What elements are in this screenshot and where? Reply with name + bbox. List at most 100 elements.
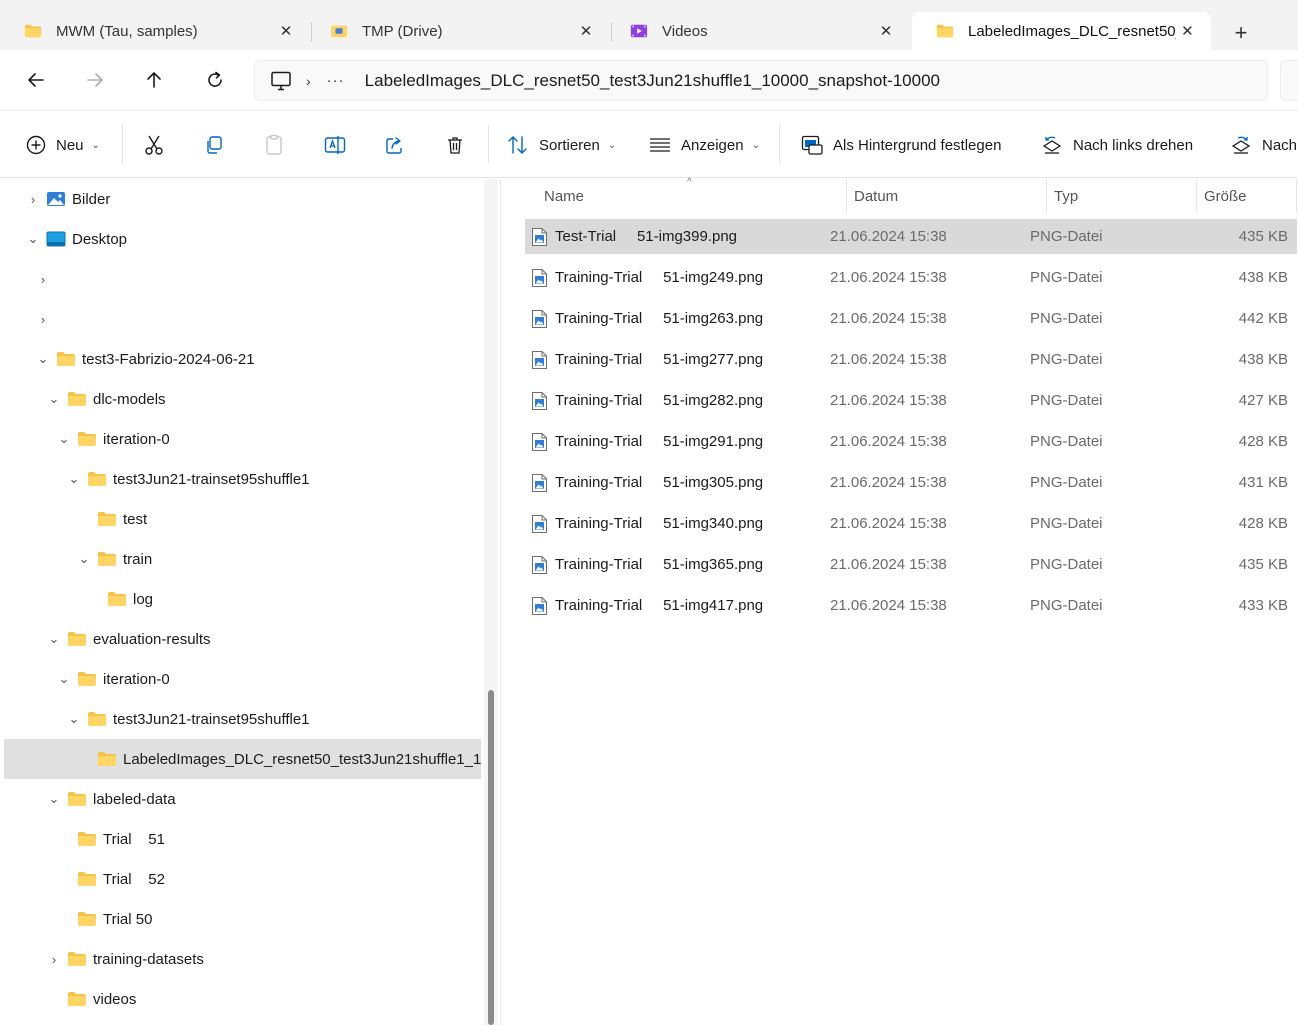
tree-item[interactable]: Trial 50 bbox=[4, 899, 481, 939]
chevron-down-icon[interactable]: ⌄ bbox=[64, 711, 84, 727]
tree-item[interactable]: ⌄ test3Jun21-trainset95shuffle1 bbox=[4, 699, 481, 739]
tree-item[interactable]: ⌄ dlc-models bbox=[4, 379, 481, 419]
share-icon bbox=[386, 137, 402, 154]
up-button[interactable] bbox=[138, 64, 170, 96]
set-background-button[interactable]: Als Hintergrund festlegen bbox=[801, 127, 1001, 163]
close-icon[interactable]: ✕ bbox=[574, 19, 598, 43]
file-row[interactable]: Test-Trial 51-img399.png 21.06.2024 15:38… bbox=[525, 219, 1297, 254]
file-size: 428 KB bbox=[1238, 515, 1288, 532]
tree-item[interactable]: Trial 52 bbox=[4, 859, 481, 899]
tree-item[interactable]: test bbox=[4, 499, 481, 539]
address-path[interactable]: LabeledImages_DLC_resnet50_test3Jun21shu… bbox=[365, 71, 940, 91]
share-button[interactable] bbox=[385, 127, 405, 163]
tree-item[interactable]: ⌄ Desktop bbox=[4, 219, 481, 259]
rename-button[interactable] bbox=[324, 127, 346, 163]
scissors-icon bbox=[145, 135, 163, 155]
file-name-cell: Training-Trial 51-img291.png bbox=[531, 424, 763, 459]
tree-item[interactable]: LabeledImages_DLC_resnet50_test3Jun21shu… bbox=[4, 739, 481, 779]
file-name: Training-Trial 51-img282.png bbox=[555, 392, 764, 409]
tree-item[interactable]: › bbox=[4, 259, 481, 299]
tree-item-label: Trial 52 bbox=[103, 870, 165, 888]
file-row[interactable]: Training-Trial 51-img417.png 21.06.2024 1… bbox=[525, 588, 1297, 623]
chevron-down-icon: ⌄ bbox=[91, 139, 100, 151]
address-bar[interactable]: › ··· LabeledImages_DLC_resnet50_test3Ju… bbox=[254, 60, 1268, 101]
tab-mwm[interactable]: MWM (Tau, samples) ✕ bbox=[0, 12, 310, 50]
chevron-down-icon[interactable]: ⌄ bbox=[44, 631, 64, 647]
tree-item[interactable]: log bbox=[4, 579, 481, 619]
chevron-right-icon[interactable]: › bbox=[33, 272, 53, 287]
paste-button[interactable] bbox=[264, 127, 284, 163]
file-name-cell: Training-Trial 51-img305.png bbox=[531, 465, 763, 500]
close-icon[interactable]: ✕ bbox=[274, 19, 298, 43]
file-row[interactable]: Training-Trial 51-img277.png 21.06.2024 1… bbox=[525, 342, 1297, 377]
view-button[interactable]: Anzeigen ⌄ bbox=[649, 127, 760, 163]
column-header-name[interactable]: Name bbox=[544, 179, 584, 213]
chevron-down-icon[interactable]: ⌄ bbox=[54, 671, 74, 687]
cut-button[interactable] bbox=[144, 127, 164, 163]
tree-item[interactable]: ⌄ iteration-0 bbox=[4, 419, 481, 459]
tree-item[interactable]: ⌄ test3Jun21-trainset95shuffle1 bbox=[4, 459, 481, 499]
rotate-right-label: Nach bbox=[1262, 136, 1298, 154]
tree-item[interactable]: › Bilder bbox=[4, 179, 481, 219]
rename-icon bbox=[324, 136, 346, 154]
close-icon[interactable]: ✕ bbox=[1176, 19, 1199, 43]
tab-labeled-images[interactable]: LabeledImages_DLC_resnet50_ ✕ bbox=[912, 12, 1211, 50]
file-row[interactable]: Training-Trial 51-img249.png 21.06.2024 1… bbox=[525, 260, 1297, 295]
chevron-down-icon[interactable]: ⌄ bbox=[44, 391, 64, 407]
search-box[interactable] bbox=[1280, 60, 1298, 101]
chevron-down-icon[interactable]: ⌄ bbox=[33, 351, 53, 367]
column-resize-handle[interactable] bbox=[846, 179, 847, 213]
tree-item[interactable]: › bbox=[4, 299, 481, 339]
chevron-right-icon[interactable]: › bbox=[306, 73, 311, 89]
close-icon[interactable]: ✕ bbox=[874, 19, 898, 43]
column-resize-handle[interactable] bbox=[1296, 179, 1297, 213]
column-header-size[interactable]: Größe bbox=[1204, 179, 1247, 213]
back-button[interactable] bbox=[20, 64, 52, 96]
chevron-down-icon[interactable]: ⌄ bbox=[44, 791, 64, 807]
tree-item[interactable]: ⌄ iteration-0 bbox=[4, 659, 481, 699]
sort-button[interactable]: Sortieren ⌄ bbox=[507, 127, 616, 163]
file-row[interactable]: Training-Trial 51-img263.png 21.06.2024 1… bbox=[525, 301, 1297, 336]
toolbar-divider bbox=[122, 125, 123, 163]
new-button[interactable]: Neu ⌄ bbox=[26, 127, 100, 163]
column-header-date[interactable]: Datum bbox=[854, 179, 898, 213]
chevron-down-icon[interactable]: ⌄ bbox=[64, 471, 84, 487]
column-resize-handle[interactable] bbox=[1196, 179, 1197, 213]
chevron-down-icon[interactable]: ⌄ bbox=[23, 231, 43, 247]
tree-item[interactable]: ⌄ train bbox=[4, 539, 481, 579]
this-pc-icon[interactable] bbox=[270, 70, 292, 92]
chevron-right-icon[interactable]: › bbox=[44, 952, 64, 967]
png-file-icon bbox=[531, 555, 548, 575]
nav-scrollbar-thumb[interactable] bbox=[488, 690, 494, 1025]
rotate-right-button[interactable]: Nach bbox=[1230, 127, 1297, 163]
file-row[interactable]: Training-Trial 51-img282.png 21.06.2024 1… bbox=[525, 383, 1297, 418]
forward-button[interactable] bbox=[79, 64, 111, 96]
tree-item[interactable]: Trial 51 bbox=[4, 819, 481, 859]
delete-button[interactable] bbox=[445, 127, 465, 163]
chevron-right-icon[interactable]: › bbox=[33, 312, 53, 327]
tab-videos[interactable]: Videos ✕ bbox=[606, 12, 910, 50]
chevron-down-icon[interactable]: ⌄ bbox=[54, 431, 74, 447]
png-file-icon bbox=[531, 268, 548, 288]
new-tab-button[interactable]: + bbox=[1224, 18, 1258, 48]
tree-item[interactable]: videos bbox=[4, 979, 481, 1019]
column-resize-handle[interactable] bbox=[1046, 179, 1047, 213]
path-overflow-button[interactable]: ··· bbox=[327, 72, 345, 89]
file-list: ^ Name Datum Typ Größe Test-Trial 51-img… bbox=[501, 177, 1298, 1025]
copy-button[interactable] bbox=[204, 127, 224, 163]
file-row[interactable]: Training-Trial 51-img340.png 21.06.2024 1… bbox=[525, 506, 1297, 541]
tree-item[interactable]: › training-datasets bbox=[4, 939, 481, 979]
refresh-button[interactable] bbox=[199, 64, 231, 96]
tree-item[interactable]: ⌄ evaluation-results bbox=[4, 619, 481, 659]
file-row[interactable]: Training-Trial 51-img291.png 21.06.2024 1… bbox=[525, 424, 1297, 459]
tree-item[interactable]: ⌄ labeled-data bbox=[4, 779, 481, 819]
tree-item[interactable]: ⌄ test3-Fabrizio-2024-06-21 bbox=[4, 339, 481, 379]
file-name: Training-Trial 51-img365.png bbox=[555, 556, 764, 573]
tab-tmp[interactable]: TMP (Drive) ✕ bbox=[306, 12, 610, 50]
file-row[interactable]: Training-Trial 51-img365.png 21.06.2024 1… bbox=[525, 547, 1297, 582]
chevron-down-icon[interactable]: ⌄ bbox=[74, 551, 94, 567]
chevron-right-icon[interactable]: › bbox=[23, 192, 43, 207]
column-header-type[interactable]: Typ bbox=[1054, 179, 1078, 213]
rotate-left-button[interactable]: Nach links drehen bbox=[1041, 127, 1193, 163]
file-row[interactable]: Training-Trial 51-img305.png 21.06.2024 1… bbox=[525, 465, 1297, 500]
